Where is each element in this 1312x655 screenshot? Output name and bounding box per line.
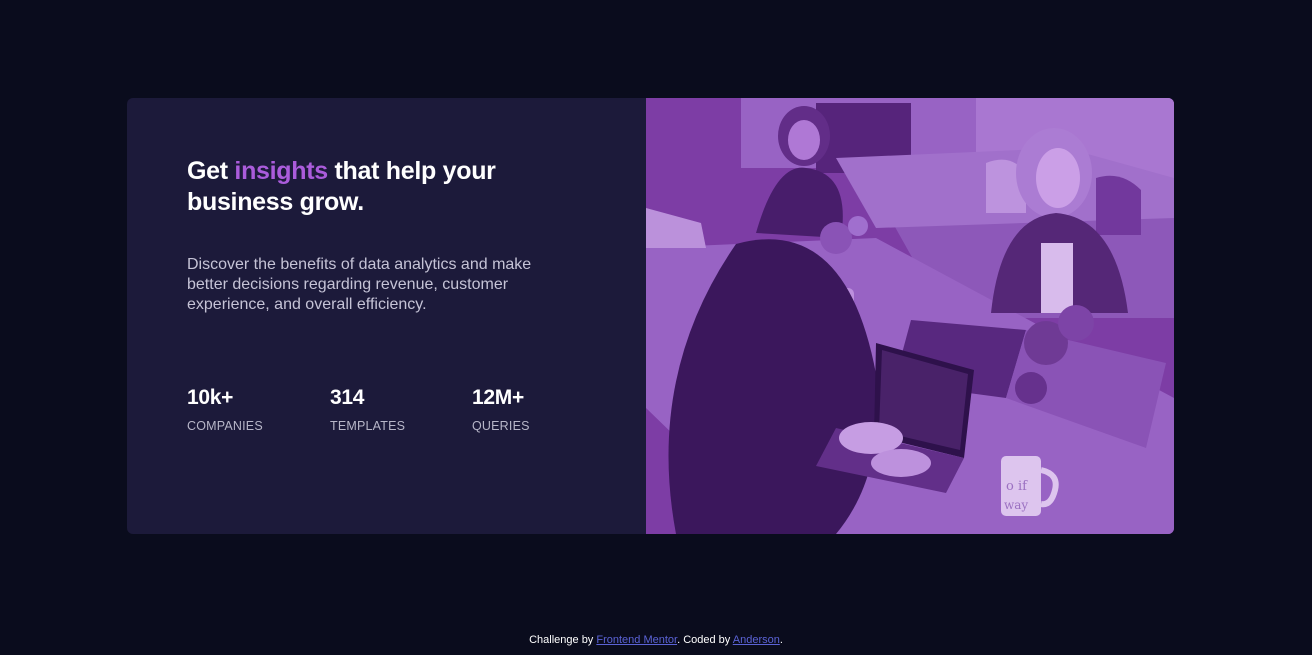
stat-label: QUERIES <box>472 419 530 433</box>
footer-prefix: Challenge by <box>529 634 597 646</box>
headline-accent: insights <box>234 157 328 185</box>
author-link[interactable]: Anderson <box>733 634 780 646</box>
stat-value: 314 <box>330 386 365 409</box>
stat-companies: 10k+ COMPANIES <box>187 385 263 433</box>
stats: 10k+ COMPANIES 314 TEMPLATES 12M+ QUERIE… <box>187 385 607 445</box>
stat-label: TEMPLATES <box>330 419 406 433</box>
description: Discover the benefits of data analytics … <box>187 256 532 313</box>
headline-before: Get <box>187 157 235 185</box>
stat-value: 12M+ <box>472 386 524 409</box>
stat-templates: 314 TEMPLATES <box>330 385 405 433</box>
attribution-footer: Challenge by Frontend Mentor. Coded by A… <box>0 634 1312 646</box>
card-content: Get insights that help your business gro… <box>127 98 646 534</box>
frontend-mentor-link[interactable]: Frontend Mentor <box>596 634 677 646</box>
stat-label: COMPANIES <box>187 419 263 433</box>
stat-value: 10k+ <box>187 386 234 409</box>
office-photo: o if way <box>646 98 1174 534</box>
preview-card: Get insights that help your business gro… <box>127 98 1174 534</box>
header-image: o if way <box>646 98 1174 534</box>
footer-middle: . Coded by <box>677 634 733 646</box>
headline: Get insights that help your business gro… <box>187 156 547 218</box>
stat-queries: 12M+ QUERIES <box>472 385 530 433</box>
footer-suffix: . <box>779 634 783 646</box>
